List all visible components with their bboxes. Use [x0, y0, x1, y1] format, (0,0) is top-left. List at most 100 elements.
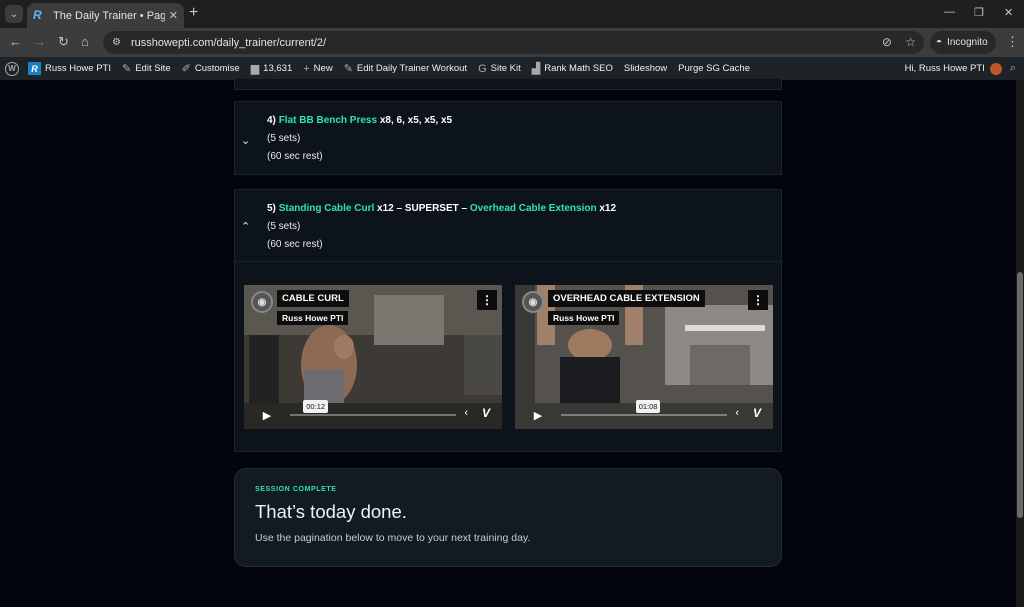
tab-title: The Daily Trainer • Page 2 of 6 - — [53, 9, 165, 22]
admin-site-link[interactable]: R Russ Howe PTI — [28, 62, 111, 75]
google-g-icon: G — [478, 62, 487, 75]
plus-icon: + — [303, 62, 310, 75]
eye-slash-icon[interactable]: ⊘ — [882, 35, 892, 49]
exercise-5a-reps: x12 – SUPERSET – — [374, 203, 470, 214]
reload-icon[interactable]: ↻ — [58, 35, 69, 49]
video-cable-curl[interactable]: ◉ CABLE CURL Russ Howe PTI ⋮ ▶ 00:12 ‹ V — [244, 285, 502, 429]
back-icon[interactable]: ← — [9, 35, 22, 49]
admin-slideshow[interactable]: Slideshow — [624, 63, 667, 74]
url-text[interactable]: russhowepti.com/daily_trainer/current/2/ — [131, 37, 326, 49]
video-2-progress[interactable]: 01:08 — [561, 400, 727, 416]
exercise-4-sets: (5 sets) — [267, 133, 301, 144]
exercise-4-link[interactable]: Flat BB Bench Press — [279, 115, 377, 126]
video-1-controls: ▶ 00:12 ‹ V — [250, 400, 496, 423]
video-2-controls: ▶ 01:08 ‹ V — [521, 400, 767, 423]
video-1-play-icon[interactable]: ▶ — [254, 407, 280, 423]
video-2-time: 01:08 — [635, 400, 661, 413]
video-2-play-icon[interactable]: ▶ — [525, 407, 551, 423]
video-1-share-icon[interactable]: ‹ — [464, 407, 468, 419]
video-1-title[interactable]: CABLE CURL — [277, 290, 349, 307]
active-tab[interactable]: R The Daily Trainer • Page 2 of 6 - ✕ — [27, 3, 184, 28]
video-1-author[interactable]: Russ Howe PTI — [277, 311, 349, 325]
admin-edit-site-label: Edit Site — [135, 63, 171, 74]
admin-new-label: New — [313, 63, 333, 74]
admin-site-name: Russ Howe PTI — [45, 63, 111, 74]
wordpress-logo-icon[interactable]: W — [5, 61, 19, 76]
pencil-icon: ✎ — [343, 63, 353, 75]
session-complete-card: SESSION COMPLETE That’s today done. Use … — [234, 468, 782, 567]
tab-close-icon[interactable]: ✕ — [169, 9, 178, 22]
exercise-card-4[interactable]: ⌄ 4) Flat BB Bench Press x8, 6, x5, x5, … — [234, 101, 782, 175]
home-icon[interactable]: ⌂ — [81, 35, 89, 49]
exercise-5a-link[interactable]: Standing Cable Curl — [279, 203, 375, 214]
chevron-down-icon[interactable]: ⌄ — [241, 134, 250, 147]
exercise-5-number: 5) — [267, 203, 276, 214]
rank-math-icon: ▟ — [531, 63, 541, 75]
admin-search-icon[interactable]: ⌕ — [1010, 62, 1016, 75]
admin-purge-label: Purge SG Cache — [678, 63, 750, 74]
chevron-up-icon[interactable]: ⌃ — [241, 220, 250, 233]
admin-site-kit[interactable]: G Site Kit — [478, 63, 521, 75]
incognito-label: Incognito — [947, 37, 988, 48]
exercise-5-header[interactable]: ⌃ 5) Standing Cable Curl x12 – SUPERSET … — [235, 190, 781, 262]
address-bar[interactable]: ⚙ russhowepti.com/daily_trainer/current/… — [103, 31, 924, 54]
exercise-5-sets: (5 sets) — [267, 221, 301, 232]
video-1-more-icon[interactable]: ⋮ — [477, 290, 497, 310]
admin-rank-math[interactable]: ▟ Rank Math SEO — [532, 62, 613, 75]
admin-comments[interactable]: ▆ 13,631 — [251, 62, 293, 75]
exercise-4-number: 4) — [267, 115, 276, 126]
admin-edit-workout[interactable]: ✎ Edit Daily Trainer Workout — [344, 62, 467, 75]
admin-new[interactable]: + New — [303, 63, 332, 75]
paintbrush-icon: ✐ — [181, 63, 191, 75]
site-favicon-icon: R — [33, 8, 42, 22]
incognito-badge[interactable]: ◓ Incognito — [930, 31, 996, 54]
site-logo-icon: R — [28, 62, 41, 75]
restore-icon[interactable]: ❐ — [974, 6, 984, 19]
exercise-5-rest: (60 sec rest) — [267, 239, 323, 250]
minimize-icon[interactable]: — — [944, 6, 955, 18]
video-overhead-cable-extension[interactable]: ◉ OVERHEAD CABLE EXTENSION Russ Howe PTI… — [515, 285, 773, 429]
admin-purge-cache[interactable]: Purge SG Cache — [678, 63, 750, 74]
exercise-4-header[interactable]: ⌄ 4) Flat BB Bench Press x8, 6, x5, x5, … — [235, 102, 781, 166]
session-body: Use the pagination below to move to your… — [255, 532, 531, 544]
exercise-5b-reps: x12 — [596, 203, 617, 214]
comment-bubble-icon: ▆ — [250, 63, 260, 75]
admin-edit-site[interactable]: ✎ Edit Site — [122, 62, 171, 75]
admin-customise[interactable]: ✐ Customise — [182, 62, 240, 75]
vimeo-logo-icon[interactable]: V — [482, 406, 490, 420]
video-2-title[interactable]: OVERHEAD CABLE EXTENSION — [548, 290, 705, 307]
admin-slideshow-label: Slideshow — [623, 63, 668, 74]
close-window-icon[interactable]: ✕ — [1004, 6, 1013, 19]
admin-greeting: Hi, Russ Howe PTI — [904, 63, 985, 74]
channel-logo-icon[interactable]: ◉ — [522, 291, 544, 313]
browser-menu-icon[interactable]: ⋮ — [1006, 34, 1019, 50]
video-2-more-icon[interactable]: ⋮ — [748, 290, 768, 310]
video-2-author[interactable]: Russ Howe PTI — [548, 311, 620, 325]
admin-rank-math-label: Rank Math SEO — [544, 63, 613, 74]
admin-site-kit-label: Site Kit — [490, 63, 521, 74]
incognito-icon: ◓ — [936, 37, 943, 48]
new-tab-button[interactable]: + — [189, 5, 198, 21]
video-1-progress[interactable]: 00:12 — [290, 400, 456, 416]
bookmark-star-icon[interactable]: ☆ — [905, 35, 916, 49]
video-2-share-icon[interactable]: ‹ — [735, 407, 739, 419]
admin-account[interactable]: Hi, Russ Howe PTI ⌕ — [905, 62, 1016, 75]
exercise-5b-link[interactable]: Overhead Cable Extension — [470, 203, 597, 214]
admin-comments-count: 13,631 — [263, 63, 293, 74]
avatar — [989, 62, 1002, 75]
vimeo-logo-icon[interactable]: V — [753, 406, 761, 420]
session-title: That’s today done. — [255, 501, 407, 522]
scrollbar-thumb[interactable] — [1017, 272, 1023, 518]
exercise-4-title: 4) Flat BB Bench Press x8, 6, x5, x5, x5 — [267, 112, 781, 130]
admin-edit-workout-label: Edit Daily Trainer Workout — [356, 63, 468, 74]
brush-icon: ✎ — [122, 63, 132, 75]
previous-exercise-card — [234, 79, 782, 90]
wp-admin-bar: W R Russ Howe PTI ✎ Edit Site ✐ Customis… — [0, 57, 1024, 80]
omnibox-actions: ⊘ ☆ — [882, 35, 916, 49]
video-1-time: 00:12 — [303, 400, 329, 413]
site-info-icon[interactable]: ⚙ — [112, 37, 121, 48]
channel-logo-icon[interactable]: ◉ — [251, 291, 273, 313]
forward-icon[interactable]: → — [33, 35, 46, 49]
browser-toolbar: ← → ↻ ⌂ ⚙ russhowepti.com/daily_trainer/… — [0, 28, 1024, 57]
tab-search-button[interactable]: ⌄ — [5, 5, 23, 23]
